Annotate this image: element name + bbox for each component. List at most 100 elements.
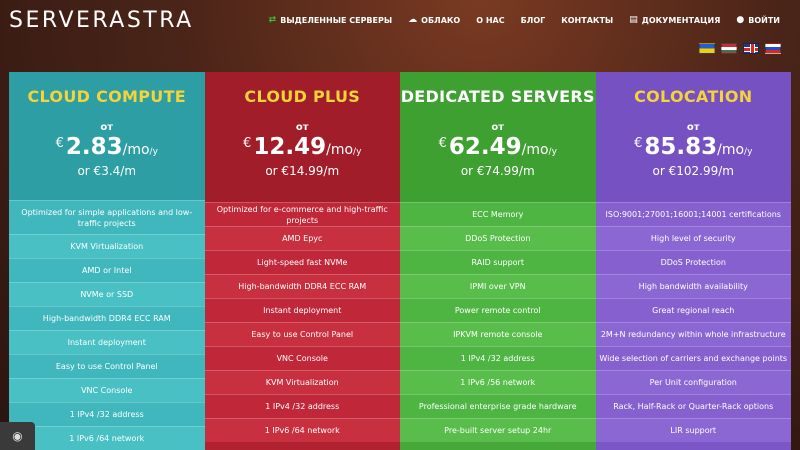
- feature-item: ISO:9001;27001;16001;14001 certification…: [595, 202, 791, 226]
- feature-list: Optimized for simple applications and lo…: [9, 200, 205, 450]
- feature-item: Easy to use Control Panel: [9, 354, 205, 378]
- flag-russia-icon[interactable]: [765, 43, 781, 54]
- price-amount: 2.83: [65, 134, 123, 160]
- price-alt: or €102.99/m: [652, 164, 734, 178]
- feature-item: High bandwidth availability: [595, 274, 791, 298]
- plan-header: DEDICATED SERVERS от €62.49/mo/y or €74.99/…: [400, 72, 596, 202]
- nav-cloud[interactable]: ☁ ОБЛАКО: [408, 15, 460, 25]
- feature-item: Wide selection of carriers and exchange …: [595, 346, 791, 370]
- price-currency: €: [55, 136, 64, 151]
- feature-item: 1 IPv4 /32 address: [204, 394, 400, 418]
- cloud-icon: ☁: [408, 15, 418, 25]
- feature-item: AMD Epyc: [204, 226, 400, 250]
- feature-list: Optimized for e-commerce and high-traffi…: [204, 202, 400, 442]
- eye-icon[interactable]: ◉: [0, 422, 35, 450]
- nav-login[interactable]: ● ВОЙТИ: [736, 15, 780, 25]
- price-period: /mo: [717, 142, 745, 158]
- plan-header: CLOUD COMPUTE от €2.83/mo/y or €3.4/m: [9, 72, 205, 200]
- feature-item: Light-speed fast NVMe: [204, 250, 400, 274]
- feature-item: IPMI over VPN: [400, 274, 596, 298]
- feature-item: Easy to use Control Panel: [204, 322, 400, 346]
- feature-item: 1 IPv4 /32 address: [9, 402, 205, 426]
- price-period-sub: /y: [353, 147, 362, 157]
- feature-item: 2M+N redundancy within whole infrastruct…: [595, 322, 791, 346]
- price-period-sub: /y: [744, 147, 753, 157]
- nav-dedicated-servers[interactable]: ⇄ ВЫДЕЛЕННЫЕ СЕРВЕРЫ: [269, 15, 392, 25]
- feature-item: 1 IPv6 /56 network: [400, 370, 596, 394]
- flag-hungary-icon[interactable]: [721, 43, 737, 54]
- price-from-label: от: [491, 122, 505, 133]
- site-logo[interactable]: SERVERASTRA: [9, 8, 194, 33]
- feature-item: DDoS Protection: [400, 226, 596, 250]
- feature-item: LIR support: [595, 418, 791, 442]
- feature-list: ECC Memory DDoS Protection RAID support IPM…: [400, 202, 596, 442]
- feature-item: Great regional reach: [595, 298, 791, 322]
- price-currency: €: [438, 136, 447, 151]
- feature-item: High level of security: [595, 226, 791, 250]
- plan-title: DEDICATED SERVERS: [400, 87, 595, 106]
- feature-item: KVM Virtualization: [9, 234, 205, 258]
- feature-item: Pre-built server setup 24hr: [400, 418, 596, 442]
- feature-item: ECC Memory: [400, 202, 596, 226]
- server-icon: ⇄: [268, 15, 277, 25]
- plan-title: CLOUD PLUS: [244, 87, 361, 106]
- nav-contacts[interactable]: КОНТАКТЫ: [561, 16, 613, 25]
- feature-item: Professional enterprise grade hardware: [400, 394, 596, 418]
- plan-colocation[interactable]: COLOCATION от €85.83/mo/y or €102.99/m ISO:9…: [595, 72, 792, 450]
- price-from-label: от: [295, 122, 309, 133]
- plan-header: CLOUD PLUS от €12.49/mo/y or €14.99/m: [204, 72, 400, 202]
- price-alt: or €14.99/m: [265, 164, 340, 178]
- feature-item: High-bandwidth DDR4 ECC RAM: [9, 306, 205, 330]
- feature-item: RAID support: [400, 250, 596, 274]
- plan-header: COLOCATION от €85.83/mo/y or €102.99/m: [595, 72, 792, 202]
- nav-blog[interactable]: БЛОГ: [521, 16, 546, 25]
- feature-item: IPKVM remote console: [400, 322, 596, 346]
- feature-item: 1 IPv6 /64 network: [9, 426, 205, 450]
- feature-item: Power remote control: [400, 298, 596, 322]
- feature-list: ISO:9001;27001;16001;14001 certification…: [595, 202, 791, 442]
- plan-cloud-plus[interactable]: CLOUD PLUS от €12.49/mo/y or €14.99/m Optimi…: [204, 72, 400, 450]
- feature-item: VNC Console: [204, 346, 400, 370]
- nav-documentation[interactable]: ▤ ДОКУМЕНТАЦИЯ: [629, 15, 720, 25]
- price-period: /mo: [122, 142, 150, 158]
- price-main: €85.83/mo/y: [596, 134, 792, 160]
- feature-item: AMD or Intel: [9, 258, 205, 282]
- flag-uk-icon[interactable]: [743, 43, 759, 54]
- price-period: /mo: [326, 142, 354, 158]
- price-main: €62.49/mo/y: [400, 134, 596, 160]
- plan-cloud-compute[interactable]: CLOUD COMPUTE от €2.83/mo/y or €3.4/m Optimi…: [9, 72, 205, 450]
- main-nav: ⇄ ВЫДЕЛЕННЫЕ СЕРВЕРЫ ☁ ОБЛАКО О НАС БЛОГ К…: [269, 15, 780, 25]
- feature-item: 1 IPv4 /32 address: [400, 346, 596, 370]
- price-period-sub: /y: [149, 147, 158, 157]
- price-alt: or €3.4/m: [77, 164, 137, 178]
- price-currency: €: [243, 136, 252, 151]
- feature-item: Instant deployment: [9, 330, 205, 354]
- pricing-plans: CLOUD COMPUTE от €2.83/mo/y or €3.4/m Optimi…: [9, 72, 791, 450]
- language-switcher: [699, 43, 781, 54]
- site-header: SERVERASTRA ⇄ ВЫДЕЛЕННЫЕ СЕРВЕРЫ ☁ ОБЛАКО …: [0, 0, 800, 72]
- feature-item: Rack, Half-Rack or Quarter-Rack options: [595, 394, 791, 418]
- price-from-label: от: [100, 122, 114, 133]
- price-alt: or €74.99/m: [460, 164, 535, 178]
- plan-dedicated-servers[interactable]: DEDICATED SERVERS от €62.49/mo/y or €74.99/…: [400, 72, 596, 450]
- price-amount: 85.83: [644, 134, 718, 160]
- feature-item: Optimized for simple applications and lo…: [9, 200, 205, 234]
- document-icon: ▤: [629, 15, 638, 25]
- plan-title: CLOUD COMPUTE: [27, 87, 187, 106]
- feature-item: KVM Virtualization: [204, 370, 400, 394]
- price-main: €2.83/mo/y: [9, 134, 205, 160]
- feature-item: VNC Console: [9, 378, 205, 402]
- nav-about[interactable]: О НАС: [476, 16, 504, 25]
- feature-item: Optimized for e-commerce and high-traffi…: [204, 202, 400, 226]
- feature-item: 1 IPv6 /64 network: [204, 418, 400, 442]
- price-amount: 12.49: [253, 134, 327, 160]
- feature-item: DDoS Protection: [595, 250, 791, 274]
- feature-item: Per Unit configuration: [595, 370, 791, 394]
- user-icon: ●: [736, 15, 745, 25]
- feature-item: Instant deployment: [204, 298, 400, 322]
- price-period-sub: /y: [548, 147, 557, 157]
- price-period: /mo: [521, 142, 549, 158]
- price-from-label: от: [686, 122, 700, 133]
- flag-ukraine-icon[interactable]: [699, 43, 715, 54]
- feature-item: High-bandwidth DDR4 ECC RAM: [204, 274, 400, 298]
